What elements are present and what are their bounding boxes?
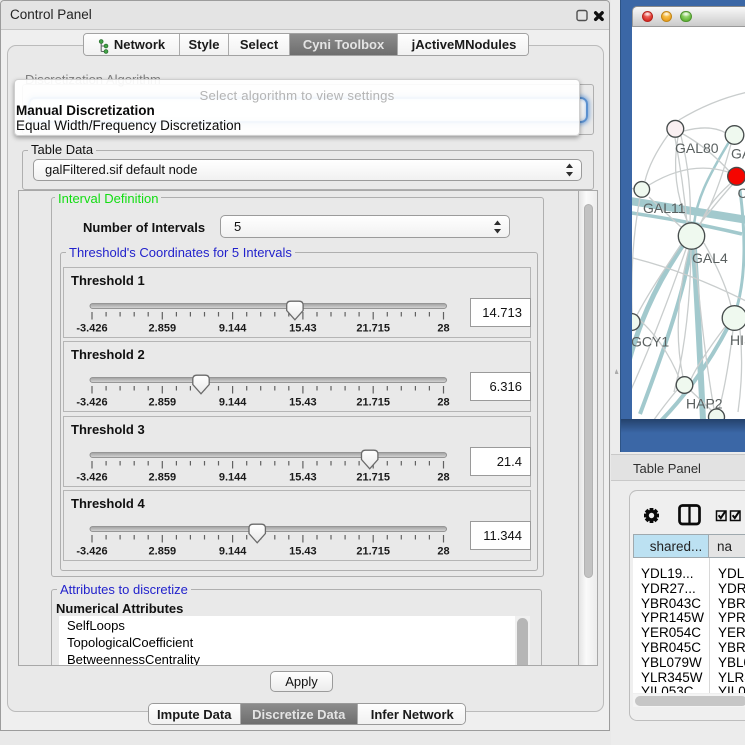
svg-text:15.43: 15.43 [289,397,317,409]
svg-text:21.715: 21.715 [356,546,390,558]
svg-text:HIS7: HIS7 [730,332,745,348]
svg-text:-3.426: -3.426 [76,323,107,335]
svg-text:15.43: 15.43 [289,323,317,335]
svg-text:2.859: 2.859 [149,472,177,484]
svg-text:9.144: 9.144 [219,397,247,409]
svg-text:21.715: 21.715 [356,472,390,484]
svg-text:15.43: 15.43 [289,472,317,484]
svg-text:9.144: 9.144 [219,546,247,558]
svg-text:2.859: 2.859 [149,323,177,335]
svg-text:9.144: 9.144 [219,323,247,335]
svg-text:GAL80: GAL80 [675,140,719,156]
svg-text:GAL3: GAL3 [731,146,745,162]
svg-text:15.43: 15.43 [289,546,317,558]
svg-text:GAL11: GAL11 [643,200,686,216]
svg-text:-3.426: -3.426 [76,546,107,558]
svg-text:28: 28 [437,546,449,558]
svg-text:-3.426: -3.426 [76,472,107,484]
svg-text:HAP2: HAP2 [686,396,723,412]
svg-text:28: 28 [437,472,449,484]
svg-text:21.715: 21.715 [356,397,390,409]
svg-text:GAL4: GAL4 [692,250,728,266]
svg-text:9.144: 9.144 [219,472,247,484]
svg-text:21.715: 21.715 [356,323,390,335]
svg-text:GCY1: GCY1 [632,334,669,350]
svg-text:2.859: 2.859 [149,397,177,409]
svg-text:28: 28 [437,397,449,409]
svg-text:2.859: 2.859 [149,546,177,558]
svg-text:-3.426: -3.426 [76,397,107,409]
svg-text:CDC1: CDC1 [738,185,745,201]
svg-text:28: 28 [437,323,449,335]
